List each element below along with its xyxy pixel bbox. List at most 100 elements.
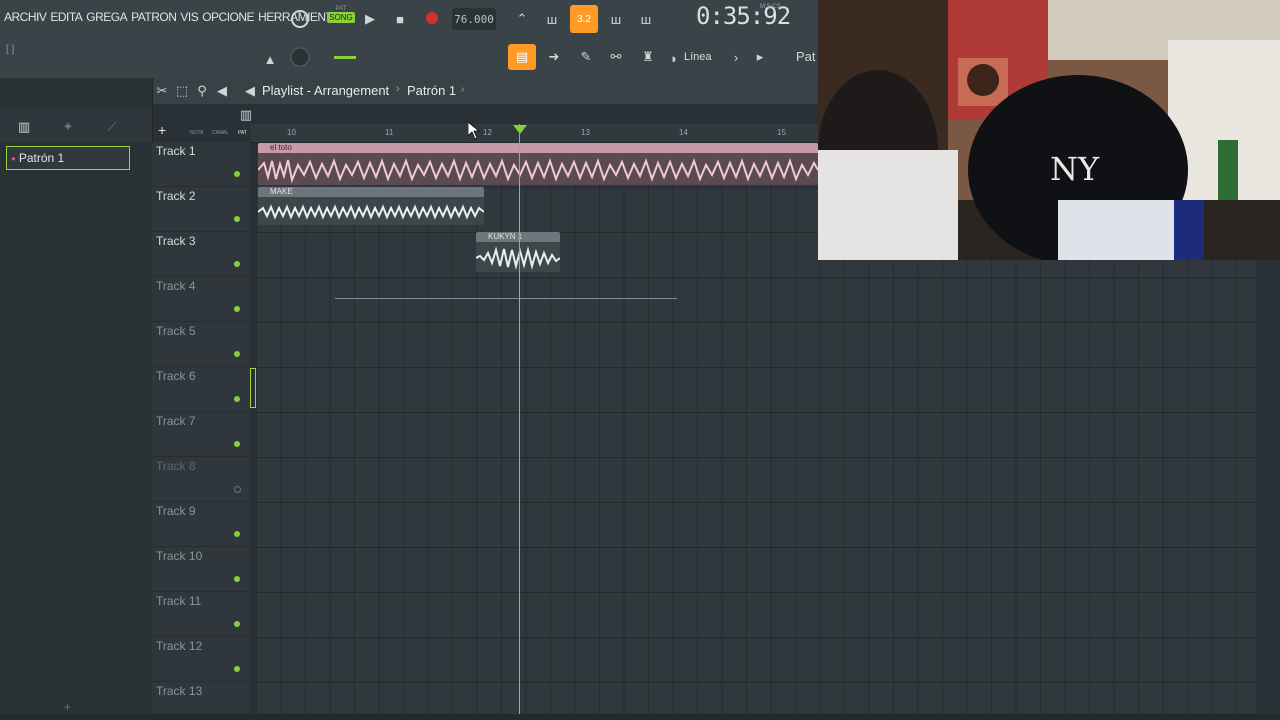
track-name: Track 5	[156, 324, 196, 338]
playback-icon[interactable]: ◀	[238, 80, 262, 102]
breadcrumb-arrow[interactable]: ›	[461, 84, 464, 95]
track-name: Track 10	[156, 549, 203, 563]
track-row[interactable]: Track 5	[152, 322, 250, 367]
track-name: Track 6	[156, 369, 196, 383]
pattern-play-icon[interactable]: ▸	[748, 46, 772, 68]
track-led-icon[interactable]	[234, 306, 240, 312]
time-unit-label: M:S:CS	[760, 4, 781, 10]
menu-add[interactable]: GREGA	[86, 10, 127, 24]
waveform-icon	[476, 246, 560, 270]
menu-edit[interactable]: EDITA	[50, 10, 82, 24]
track-row[interactable]: Track 4	[152, 277, 250, 322]
breadcrumb-pattern[interactable]: Patrón 1	[407, 83, 456, 98]
audio-clip[interactable]: el toto	[258, 143, 818, 185]
ruler-bar-12: 12	[483, 128, 492, 137]
lock-icon: ▲	[263, 51, 277, 67]
track-led-icon[interactable]	[234, 441, 240, 447]
menu-patterns[interactable]: PATRON	[131, 10, 177, 24]
tempo-display[interactable]: 76.000	[452, 8, 496, 30]
track-led-icon[interactable]	[234, 666, 240, 672]
track-row[interactable]: Track 2	[152, 187, 250, 232]
audio-clip[interactable]: MAKE	[258, 187, 484, 225]
selection-line	[335, 298, 677, 299]
col-pat: PAT	[238, 130, 247, 136]
menu-view[interactable]: VIS	[180, 10, 198, 24]
track-row[interactable]: Track 8	[152, 457, 250, 502]
speaker-icon[interactable]: ◀	[210, 80, 234, 102]
wait-icon[interactable]: ш	[540, 8, 564, 30]
track-name: Track 9	[156, 504, 196, 518]
playlist-title: Playlist - Arrangement	[262, 83, 390, 98]
track-led-icon[interactable]	[234, 261, 240, 267]
waveform-icon	[258, 158, 818, 184]
track-name: Track 11	[156, 594, 202, 608]
play-icon[interactable]: ▶	[358, 8, 382, 30]
track-name: Track 4	[156, 279, 196, 293]
track-name: Track 3	[156, 234, 196, 248]
track-row[interactable]: Track 9	[152, 502, 250, 547]
track-led-icon[interactable]	[234, 621, 240, 627]
track-led-icon[interactable]	[234, 351, 240, 357]
audio-clip[interactable]: KUKYN 1	[476, 232, 560, 272]
track-led-off-icon[interactable]	[234, 486, 241, 493]
pattern-selector[interactable]: Pat	[796, 49, 816, 64]
track-row[interactable]: Track 3	[152, 232, 250, 277]
waveform-icon	[258, 204, 484, 220]
track-name: Track 13	[156, 684, 203, 698]
col-canal: CANAL	[212, 130, 229, 136]
track-name: Track 8	[156, 459, 196, 473]
step-edit-icon[interactable]: ш	[604, 8, 628, 30]
clip-label: KUKYN 1	[476, 232, 560, 242]
snap-arrow-icon[interactable]: ›	[724, 46, 748, 68]
ruler-bar-13: 13	[581, 128, 590, 137]
track-row[interactable]: Track 6	[152, 367, 250, 412]
track-row[interactable]: Track 7	[152, 412, 250, 457]
pattern-browser	[0, 78, 153, 720]
track-led-icon[interactable]	[234, 531, 240, 537]
menu-file[interactable]: ARCHIV	[4, 10, 47, 24]
pattern-picker-icon[interactable]: ▥	[234, 104, 258, 126]
pat-song-toggle[interactable]: PAT SONG	[327, 6, 355, 32]
track-selection-marker	[250, 368, 256, 408]
track-name: Track 12	[156, 639, 203, 653]
browser-add-icon[interactable]: +	[64, 700, 71, 714]
track-row[interactable]: Track 1	[152, 142, 250, 187]
snap-selector[interactable]: Línea	[684, 51, 712, 63]
master-volume-knob-icon[interactable]	[288, 46, 312, 68]
metronome-icon[interactable]: ⌃	[510, 8, 534, 30]
menu-options[interactable]: OPCIONE	[202, 10, 254, 24]
track-row[interactable]: Track 10	[152, 547, 250, 592]
stamp-icon[interactable]: ♜	[636, 46, 660, 68]
master-pitch-slider[interactable]	[334, 56, 356, 59]
keyboard-icon[interactable]: ▤	[508, 44, 536, 70]
ruler-bar-11: 11	[385, 128, 394, 137]
status-strip	[0, 714, 1280, 720]
track-row[interactable]: Track 11	[152, 592, 250, 637]
pen-icon[interactable]: ✎	[574, 46, 598, 68]
playhead-marker-icon[interactable]	[513, 125, 527, 134]
track-led-icon[interactable]	[234, 396, 240, 402]
link-icon[interactable]: ⚯	[604, 46, 628, 68]
undo-knob-icon[interactable]	[288, 8, 312, 30]
countdown-button[interactable]: 3.2	[570, 5, 598, 33]
arrow-icon[interactable]: ➜	[542, 46, 566, 68]
record-icon[interactable]	[426, 12, 438, 24]
automation-icon[interactable]: ⟋	[100, 116, 124, 138]
ruler-bar-10: 10	[287, 128, 296, 137]
playhead[interactable]	[519, 124, 520, 716]
ruler-bar-15: 15	[777, 128, 786, 137]
pattern-item-label: Patrón 1	[18, 151, 65, 165]
stop-icon[interactable]: ■	[388, 8, 412, 30]
track-led-icon[interactable]	[234, 171, 240, 177]
audio-clip-icon[interactable]: ✦	[56, 116, 80, 138]
loop-record-icon[interactable]: ш	[634, 8, 658, 30]
pattern-color-icon: ●	[11, 153, 16, 163]
ruler-bar-14: 14	[679, 128, 688, 137]
add-track-icon[interactable]: +	[158, 122, 166, 138]
track-row[interactable]: Track 12	[152, 637, 250, 682]
track-led-icon[interactable]	[234, 576, 240, 582]
track-led-icon[interactable]	[234, 216, 240, 222]
piano-roll-icon[interactable]: ▥	[12, 116, 36, 138]
pattern-list-item[interactable]: ● Patrón 1	[6, 146, 130, 170]
cursor-icon	[467, 121, 481, 145]
